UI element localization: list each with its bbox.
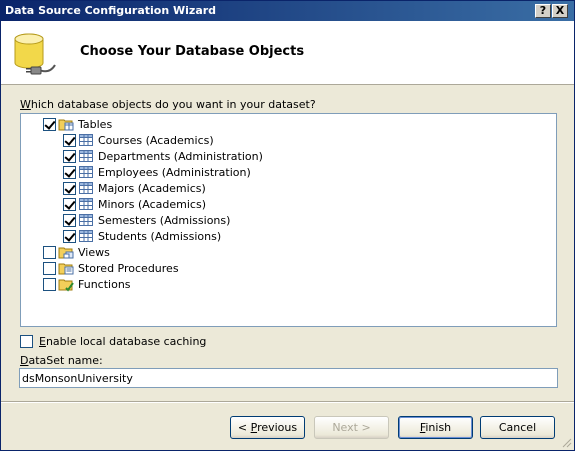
- table-label: Semesters (Admissions): [98, 213, 231, 227]
- views-folder-icon: [58, 247, 74, 259]
- table-checkbox[interactable]: [63, 197, 76, 211]
- database-plug-icon: [14, 33, 56, 75]
- help-button[interactable]: ?: [535, 4, 551, 18]
- wizard-window: Data Source Configuration Wizard ? X Cho…: [0, 0, 575, 451]
- next-button[interactable]: Next >: [314, 416, 389, 439]
- table-icon: [79, 230, 93, 242]
- tree-node-label: Functions: [78, 277, 131, 291]
- table-checkbox[interactable]: [63, 165, 76, 179]
- table-item[interactable]: Employees (Administration): [63, 164, 251, 180]
- finish-button[interactable]: Finish: [398, 416, 473, 439]
- table-label: Courses (Academics): [98, 133, 214, 147]
- window-title: Data Source Configuration Wizard: [5, 4, 217, 17]
- table-checkbox[interactable]: [63, 133, 76, 147]
- tree-node-label: Stored Procedures: [78, 261, 179, 275]
- table-item[interactable]: Majors (Academics): [63, 180, 206, 196]
- table-item[interactable]: Students (Admissions): [63, 228, 221, 244]
- table-label: Students (Admissions): [98, 229, 222, 243]
- table-checkbox[interactable]: [63, 213, 76, 227]
- table-label: Departments (Administration): [98, 149, 263, 163]
- tree-node-label: Tables: [78, 117, 113, 131]
- table-icon: [79, 166, 93, 178]
- previous-button[interactable]: < Previous: [230, 416, 305, 439]
- table-item[interactable]: Minors (Academics): [63, 196, 206, 212]
- table-item[interactable]: Departments (Administration): [63, 148, 263, 164]
- tree-node-views[interactable]: Views: [43, 244, 110, 260]
- table-label: Majors (Academics): [98, 181, 206, 195]
- table-icon: [79, 150, 93, 162]
- tables-checkbox[interactable]: [43, 117, 56, 131]
- table-checkbox[interactable]: [63, 229, 76, 243]
- local-caching-checkbox[interactable]: [20, 335, 33, 348]
- local-caching-option[interactable]: Enable local database caching: [20, 335, 206, 348]
- table-checkbox[interactable]: [63, 149, 76, 163]
- tree-node-stored-procedures[interactable]: Stored Procedures: [43, 260, 179, 276]
- wizard-header: Choose Your Database Objects: [1, 21, 574, 85]
- table-label: Minors (Academics): [98, 197, 207, 211]
- local-caching-label: Enable local database caching: [39, 335, 207, 348]
- views-checkbox[interactable]: [43, 245, 56, 259]
- tree-node-label: Views: [78, 245, 110, 259]
- database-objects-tree[interactable]: Tables Courses (Academics) Departments (…: [20, 113, 557, 327]
- stored-procedures-folder-icon: [58, 263, 74, 275]
- table-checkbox[interactable]: [63, 181, 76, 195]
- functions-checkbox[interactable]: [43, 277, 56, 291]
- resize-grip-icon[interactable]: [560, 436, 572, 448]
- table-item[interactable]: Courses (Academics): [63, 132, 214, 148]
- table-icon: [79, 182, 93, 194]
- tables-folder-icon: [58, 119, 74, 131]
- table-icon: [79, 198, 93, 210]
- tree-node-functions[interactable]: Functions: [43, 276, 131, 292]
- title-bar[interactable]: Data Source Configuration Wizard ? X: [1, 1, 574, 21]
- tree-node-tables[interactable]: Tables: [43, 116, 112, 132]
- table-icon: [79, 214, 93, 226]
- table-item[interactable]: Semesters (Admissions): [63, 212, 230, 228]
- stored-procedures-checkbox[interactable]: [43, 261, 56, 275]
- page-title: Choose Your Database Objects: [80, 44, 305, 59]
- table-icon: [79, 134, 93, 146]
- cancel-button[interactable]: Cancel: [480, 416, 555, 439]
- functions-folder-icon: [58, 279, 74, 292]
- footer-divider: [1, 401, 574, 403]
- dataset-name-label: DataSet name:: [20, 354, 103, 367]
- objects-prompt-label: Which database objects do you want in yo…: [20, 98, 316, 111]
- dataset-name-input[interactable]: [19, 368, 558, 388]
- close-button[interactable]: X: [552, 4, 568, 18]
- table-label: Employees (Administration): [98, 165, 251, 179]
